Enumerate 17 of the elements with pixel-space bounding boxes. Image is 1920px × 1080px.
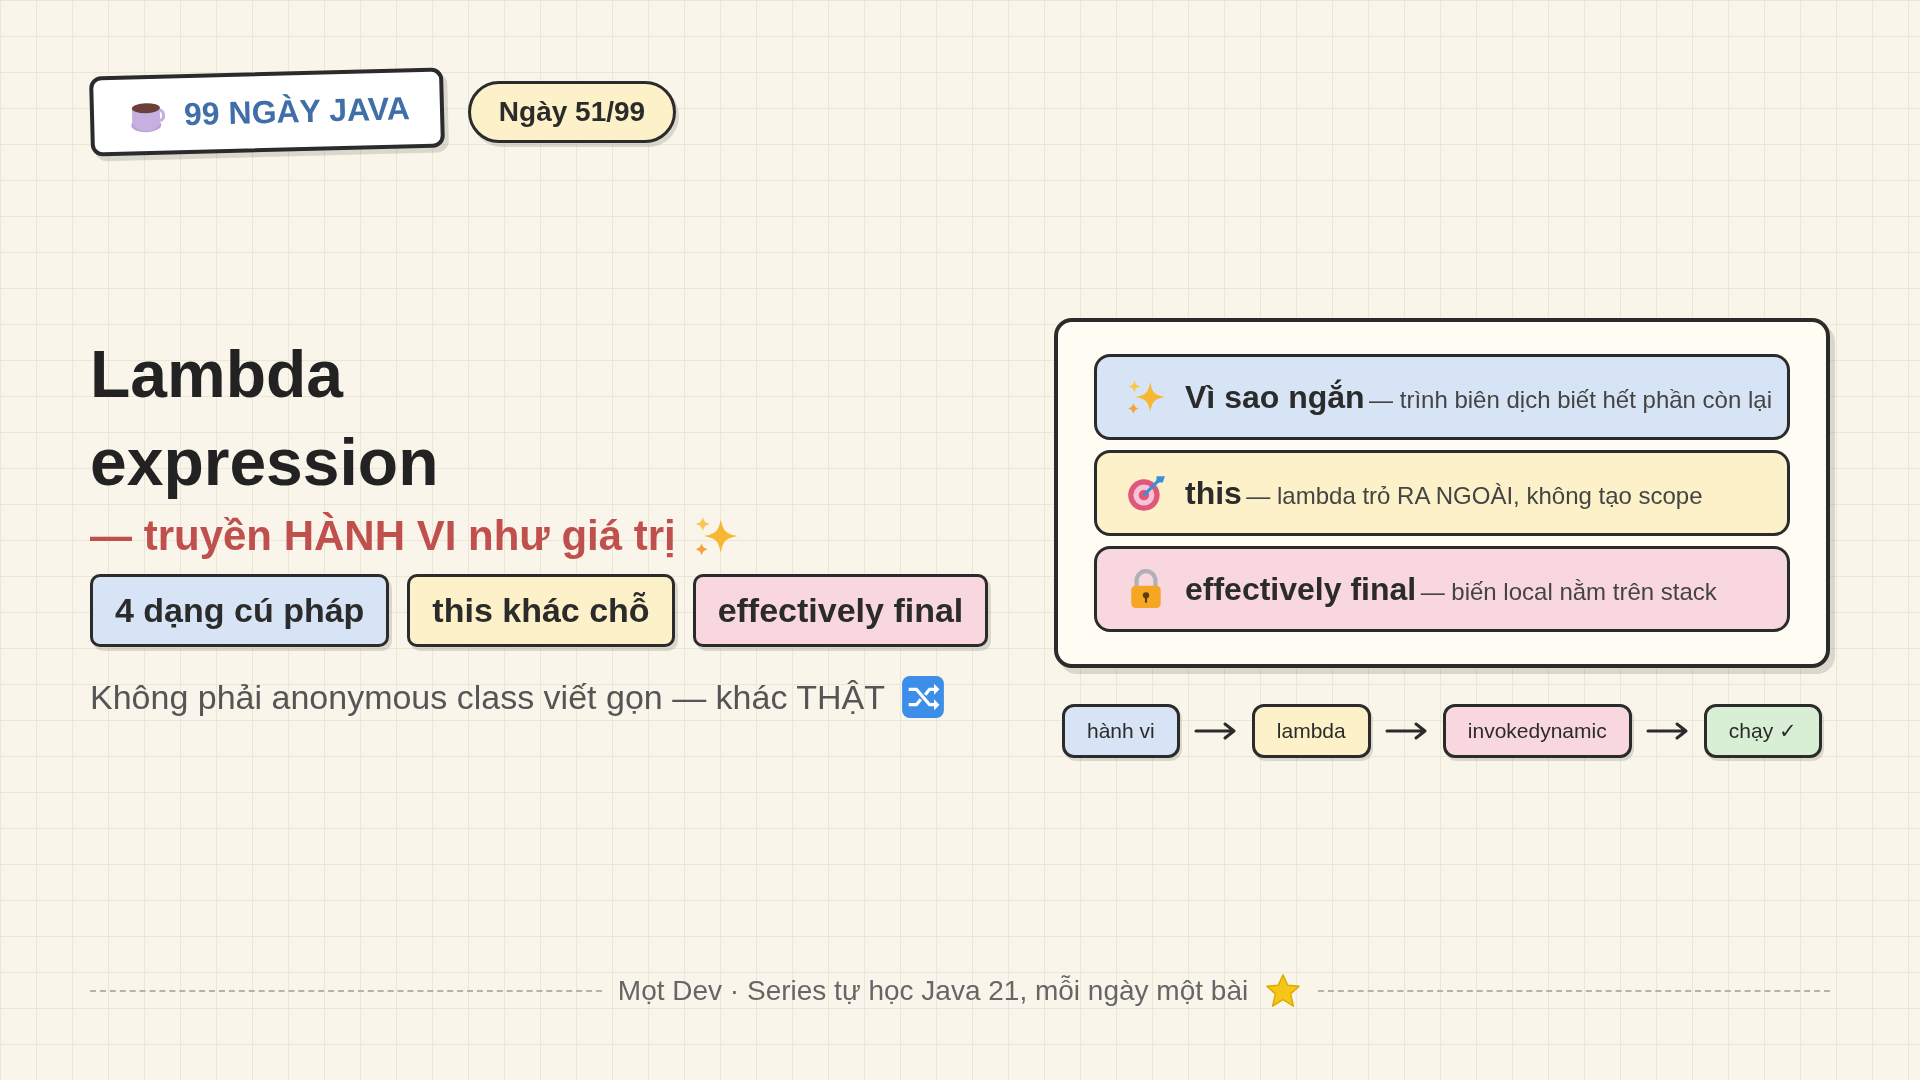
flow-node: invokedynamic [1442,704,1632,758]
brand-title: 99 NGÀY JAVA [183,89,411,133]
title-line: Lambda [90,336,344,413]
flow-node: chạy ✓ [1703,704,1822,758]
tag: this khác chỗ [407,574,675,647]
point-text: Vì sao ngắn— trình biên dịch biết hết phần còn lại [1185,378,1772,416]
point-text: this— lambda trỏ RA NGOÀI, không tạo scope [1185,474,1703,512]
tag: 4 dạng cú pháp [90,574,390,647]
day-badge: Ngày 51/99 [467,81,677,143]
tag: effectively final [692,574,989,647]
subtitle: — truyền HÀNH VI như giá trị [90,512,676,560]
point-text: effectively final— biến local nằm trên stack [1185,570,1717,608]
flow-node: lambda [1251,704,1371,758]
title-line: expression [90,424,439,501]
footer-text: Mọt Dev · Series tự học Java 21, mỗi ngày một bài [617,975,1249,1007]
description: Không phải anonymous class viết gọn — khác THẬT [90,677,885,717]
flow-node: hành vi [1062,704,1180,758]
